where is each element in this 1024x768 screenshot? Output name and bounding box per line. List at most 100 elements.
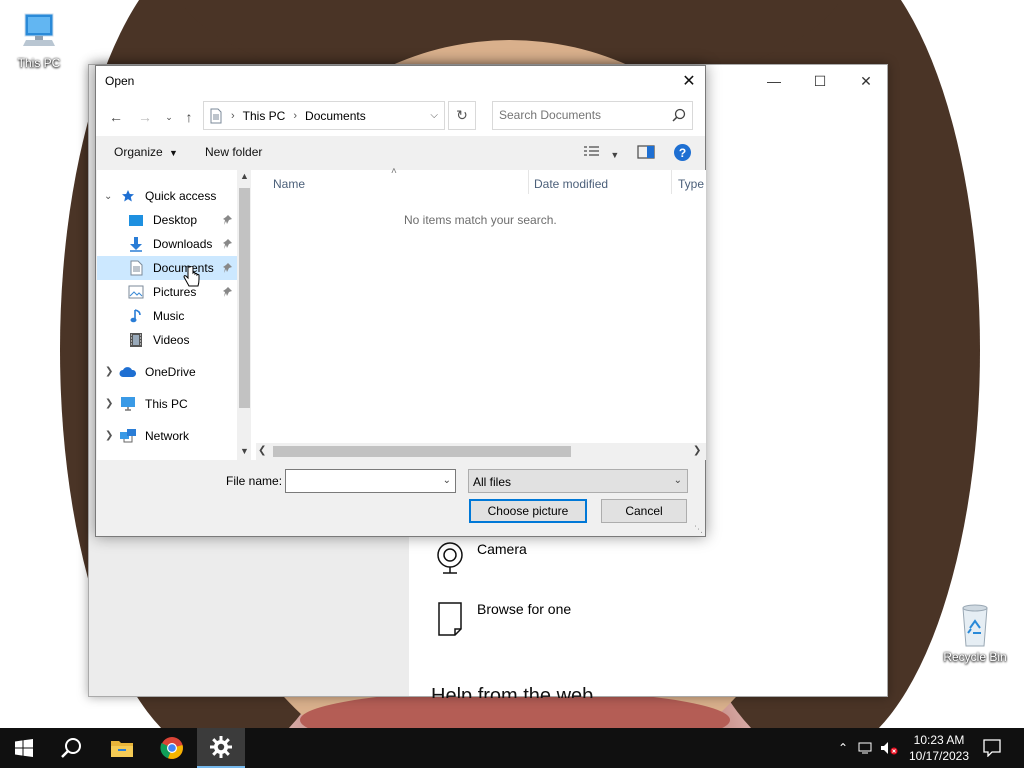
dialog-title: Open bbox=[105, 74, 135, 88]
dialog-titlebar[interactable]: Open ✕ bbox=[96, 66, 705, 96]
search-box[interactable] bbox=[492, 101, 693, 130]
scroll-down-icon[interactable]: ▼ bbox=[240, 446, 249, 456]
navigation-bar: ← → ⌄ ↑ › This PC › Documents ⌵ ↻ bbox=[96, 96, 705, 136]
file-name-combobox[interactable]: ⌄ bbox=[285, 469, 456, 493]
breadcrumb-documents[interactable]: Documents bbox=[305, 109, 366, 123]
file-icon bbox=[438, 602, 462, 636]
search-icon[interactable] bbox=[672, 108, 686, 122]
scroll-right-icon[interactable]: ❯ bbox=[693, 445, 701, 456]
nav-pictures[interactable]: Pictures bbox=[127, 280, 237, 304]
command-bar: Organize ▼ New folder ▼ ? bbox=[96, 136, 705, 170]
nav-scroll-thumb[interactable] bbox=[239, 188, 250, 408]
column-header-date-modified[interactable]: Date modified bbox=[534, 177, 608, 191]
system-tray: ⌃ bbox=[838, 728, 898, 768]
view-options-button[interactable]: ▼ bbox=[583, 144, 619, 161]
details-view-icon bbox=[584, 146, 599, 156]
browse-option[interactable]: Browse for one bbox=[435, 601, 571, 637]
nav-network[interactable]: Network bbox=[119, 424, 235, 448]
camera-icon bbox=[437, 542, 463, 574]
maximize-button[interactable]: ☐ bbox=[797, 65, 843, 97]
nav-documents[interactable]: Documents bbox=[97, 256, 237, 280]
clock[interactable]: 10:23 AM 10/17/2023 bbox=[900, 732, 978, 764]
breadcrumb-this-pc[interactable]: This PC bbox=[243, 109, 286, 123]
camera-option[interactable]: Camera bbox=[435, 541, 527, 575]
minimize-button[interactable]: — bbox=[751, 65, 797, 97]
chevron-down-icon[interactable]: ⌄ bbox=[104, 191, 112, 202]
file-explorer-button[interactable] bbox=[98, 728, 146, 768]
column-divider[interactable] bbox=[528, 170, 529, 194]
nav-scrollbar[interactable]: ▲ ▼ bbox=[237, 170, 252, 460]
choose-picture-button[interactable]: Choose picture bbox=[469, 499, 587, 523]
hand-cursor-icon bbox=[183, 266, 200, 287]
chevron-right-icon[interactable]: ❯ bbox=[105, 398, 113, 409]
up-button[interactable]: ↑ bbox=[179, 108, 199, 126]
address-bar[interactable]: › This PC › Documents ⌵ bbox=[203, 101, 445, 130]
chevron-right-icon: › bbox=[293, 109, 298, 122]
nav-label: Network bbox=[145, 429, 190, 443]
scroll-up-icon[interactable]: ▲ bbox=[240, 171, 249, 181]
file-list-scrollbar[interactable]: ❮ ❯ bbox=[256, 443, 706, 460]
search-button[interactable] bbox=[48, 728, 96, 768]
folder-icon bbox=[111, 741, 133, 757]
column-header-name[interactable]: Name bbox=[273, 177, 305, 191]
chevron-down-icon[interactable]: ⌄ bbox=[443, 475, 451, 486]
close-button[interactable]: ✕ bbox=[843, 65, 889, 97]
computer-icon bbox=[119, 396, 137, 412]
volume-muted-icon[interactable] bbox=[880, 741, 898, 755]
desktop-icon-recycle-bin[interactable]: Recycle Bin bbox=[937, 602, 1013, 664]
file-type-select[interactable]: All files ⌄ bbox=[468, 469, 688, 493]
nav-downloads[interactable]: Downloads bbox=[127, 232, 237, 256]
nav-label: This PC bbox=[145, 397, 188, 411]
file-list: ˄ Name Date modified Type No items match… bbox=[251, 166, 706, 460]
dialog-close-button[interactable]: ✕ bbox=[673, 66, 705, 96]
chevron-up-icon[interactable]: ⌃ bbox=[838, 741, 848, 755]
organize-button[interactable]: Organize ▼ bbox=[114, 145, 178, 159]
network-icon[interactable] bbox=[858, 741, 874, 755]
star-icon bbox=[119, 188, 137, 204]
chevron-right-icon[interactable]: ❯ bbox=[105, 430, 113, 441]
settings-button[interactable] bbox=[197, 728, 245, 768]
search-input[interactable] bbox=[499, 108, 669, 122]
nav-desktop[interactable]: Desktop bbox=[127, 208, 237, 232]
chevron-down-icon[interactable]: ⌵ bbox=[430, 110, 438, 121]
taskbar: ⌃ 10:23 AM 10/17/2023 bbox=[0, 728, 1024, 768]
nav-videos[interactable]: Videos bbox=[127, 328, 237, 352]
nav-quick-access[interactable]: Quick access bbox=[119, 184, 235, 208]
file-list-scroll-thumb[interactable] bbox=[273, 446, 571, 457]
nav-onedrive[interactable]: OneDrive bbox=[119, 360, 235, 384]
refresh-button[interactable]: ↻ bbox=[448, 101, 476, 130]
resize-grip-icon[interactable]: ⋱ bbox=[694, 524, 703, 535]
help-icon[interactable]: ? bbox=[674, 144, 691, 161]
cloud-icon bbox=[119, 364, 137, 380]
download-icon bbox=[127, 236, 145, 252]
desktop-icon-this-pc[interactable]: This PC bbox=[1, 10, 77, 70]
nav-music[interactable]: Music bbox=[127, 304, 237, 328]
chevron-right-icon[interactable]: ❯ bbox=[105, 366, 113, 377]
new-folder-button[interactable]: New folder bbox=[205, 145, 262, 159]
column-divider[interactable] bbox=[671, 170, 672, 194]
desktop-icon-label: This PC bbox=[17, 56, 61, 70]
nav-label: Quick access bbox=[145, 189, 217, 203]
clock-date: 10/17/2023 bbox=[908, 749, 970, 763]
action-center-button[interactable] bbox=[972, 728, 1012, 768]
file-name-input[interactable] bbox=[290, 474, 430, 488]
chevron-down-icon[interactable]: ⌄ bbox=[674, 475, 682, 486]
cancel-button[interactable]: Cancel bbox=[601, 499, 687, 523]
preview-pane-button[interactable] bbox=[637, 145, 655, 162]
column-header-type[interactable]: Type bbox=[678, 177, 704, 191]
nav-this-pc[interactable]: This PC bbox=[119, 392, 235, 416]
back-button[interactable]: ← bbox=[106, 108, 126, 126]
chrome-button[interactable] bbox=[148, 728, 196, 768]
recent-locations-button[interactable]: ⌄ bbox=[159, 108, 179, 126]
network-icon bbox=[119, 428, 137, 444]
recycle-bin-icon bbox=[962, 604, 988, 647]
camera-option-label: Camera bbox=[477, 541, 527, 557]
scroll-left-icon[interactable]: ❮ bbox=[258, 445, 266, 456]
forward-button[interactable]: → bbox=[135, 108, 155, 126]
caret-down-icon: ▼ bbox=[169, 148, 178, 158]
start-button[interactable] bbox=[0, 728, 48, 768]
videos-icon bbox=[127, 332, 145, 348]
browse-option-label: Browse for one bbox=[477, 601, 572, 617]
search-icon bbox=[61, 738, 81, 758]
pin-icon bbox=[223, 214, 233, 229]
